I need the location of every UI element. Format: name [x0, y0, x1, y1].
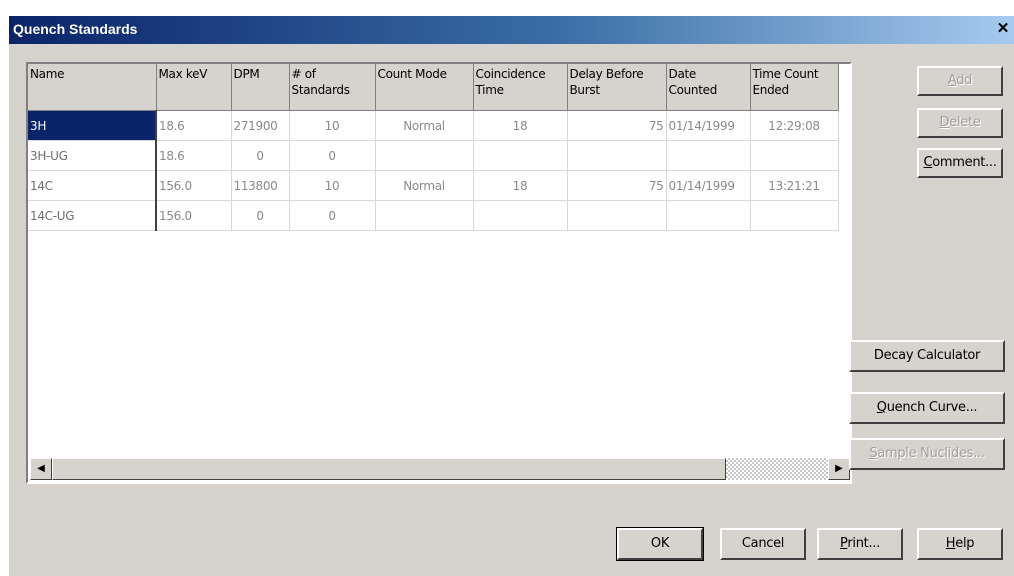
cancel-button[interactable]: Cancel: [720, 528, 806, 560]
cell-max-kev[interactable]: 18.6: [156, 110, 232, 141]
cell-num-standards[interactable]: 0: [289, 200, 376, 231]
column-header-count-mode[interactable]: Count Mode: [375, 64, 474, 111]
add-button-label: dd: [956, 73, 973, 88]
column-header-dpm[interactable]: DPM: [231, 64, 290, 111]
horizontal-scrollbar[interactable]: ◀ ▶: [30, 458, 850, 480]
standards-table: Name Max keV DPM # of Standards Count Mo…: [28, 64, 839, 231]
comment-button-mnemonic: C: [923, 155, 933, 170]
delete-button-mnemonic: D: [939, 115, 950, 130]
add-button-mnemonic: A: [947, 73, 957, 88]
column-header-delay-before-burst[interactable]: Delay Before Burst: [567, 64, 667, 111]
decay-calculator-label: Decay Calculator: [873, 348, 981, 363]
cancel-button-label: Cancel: [741, 536, 785, 551]
quench-curve-mnemonic: Q: [876, 400, 887, 415]
column-header-date-counted[interactable]: Date Counted: [666, 64, 751, 111]
decay-calculator-button[interactable]: Decay Calculator: [849, 340, 1005, 372]
scroll-right-arrow-icon[interactable]: ▶: [828, 458, 850, 480]
cell-name[interactable]: 14C-UG: [28, 200, 157, 231]
delete-button-label: elete: [949, 115, 981, 130]
print-button-label: rint...: [847, 536, 880, 551]
cell-count-mode[interactable]: [375, 140, 474, 171]
help-button[interactable]: Help: [917, 528, 1003, 560]
cell-time-count-ended[interactable]: 13:21:21: [750, 170, 839, 201]
sample-nuclides-button[interactable]: Sample Nuclides...: [849, 438, 1005, 470]
cell-count-mode[interactable]: [375, 200, 474, 231]
quench-standards-dialog: Quench Standards ✕ Name Max keV DPM # of…: [9, 16, 1014, 576]
cell-name[interactable]: 3H: [28, 110, 157, 141]
cell-delay-before-burst[interactable]: [567, 140, 667, 171]
ok-button[interactable]: OK: [616, 527, 704, 561]
scrollbar-track[interactable]: [726, 458, 828, 480]
table-row[interactable]: 14C-UG 156.0 0 0: [28, 200, 839, 231]
cell-num-standards[interactable]: 10: [289, 170, 376, 201]
cell-max-kev[interactable]: 156.0: [156, 170, 232, 201]
cell-dpm[interactable]: 113800: [231, 170, 290, 201]
close-icon[interactable]: ✕: [994, 20, 1012, 38]
column-header-coincidence-time[interactable]: Coincidence Time: [473, 64, 568, 111]
scrollbar-thumb[interactable]: [52, 458, 726, 480]
ok-button-label: OK: [650, 536, 670, 551]
cell-max-kev[interactable]: 156.0: [156, 200, 232, 231]
comment-button[interactable]: Comment...: [917, 148, 1003, 178]
window-title: Quench Standards: [13, 21, 138, 37]
add-button[interactable]: Add: [917, 66, 1003, 96]
cell-name[interactable]: 14C: [28, 170, 157, 201]
title-bar: Quench Standards ✕: [9, 16, 1014, 44]
cell-time-count-ended[interactable]: 12:29:08: [750, 110, 839, 141]
standards-grid[interactable]: Name Max keV DPM # of Standards Count Mo…: [26, 62, 852, 484]
table-row[interactable]: 14C 156.0 113800 10 Normal 18 75 01/14/1…: [28, 170, 839, 201]
help-button-label: elp: [955, 536, 975, 551]
table-row[interactable]: 3H 18.6 271900 10 Normal 18 75 01/14/199…: [28, 110, 839, 141]
cell-date-counted[interactable]: [666, 200, 751, 231]
delete-button[interactable]: Delete: [917, 108, 1003, 138]
cell-name[interactable]: 3H-UG: [28, 140, 157, 171]
cell-delay-before-burst[interactable]: 75: [567, 110, 667, 141]
cell-count-mode[interactable]: Normal: [375, 170, 474, 201]
comment-button-label: omment...: [932, 155, 997, 170]
table-header-row: Name Max keV DPM # of Standards Count Mo…: [28, 64, 839, 111]
cell-max-kev[interactable]: 18.6: [156, 140, 232, 171]
cell-coincidence-time[interactable]: 18: [473, 170, 568, 201]
cell-delay-before-burst[interactable]: [567, 200, 667, 231]
column-header-num-standards[interactable]: # of Standards: [289, 64, 376, 111]
help-button-mnemonic: H: [945, 536, 956, 551]
cell-num-standards[interactable]: 10: [289, 110, 376, 141]
cell-time-count-ended[interactable]: [750, 200, 839, 231]
cell-date-counted[interactable]: [666, 140, 751, 171]
cell-coincidence-time[interactable]: [473, 140, 568, 171]
table-row[interactable]: 3H-UG 18.6 0 0: [28, 140, 839, 171]
cell-date-counted[interactable]: 01/14/1999: [666, 170, 751, 201]
quench-curve-label: uench Curve...: [886, 400, 978, 415]
cell-coincidence-time[interactable]: 18: [473, 110, 568, 141]
cell-coincidence-time[interactable]: [473, 200, 568, 231]
cell-count-mode[interactable]: Normal: [375, 110, 474, 141]
quench-curve-button[interactable]: Quench Curve...: [849, 392, 1005, 424]
cell-dpm[interactable]: 0: [231, 200, 290, 231]
cell-date-counted[interactable]: 01/14/1999: [666, 110, 751, 141]
column-header-max-kev[interactable]: Max keV: [156, 64, 232, 111]
column-header-name[interactable]: Name: [28, 64, 157, 111]
column-header-time-count-ended[interactable]: Time Count Ended: [750, 64, 839, 111]
sample-nuclides-label: ample Nuclides...: [877, 446, 985, 461]
cell-delay-before-burst[interactable]: 75: [567, 170, 667, 201]
scroll-left-arrow-icon[interactable]: ◀: [30, 458, 52, 480]
cell-num-standards[interactable]: 0: [289, 140, 376, 171]
print-button[interactable]: Print...: [817, 528, 903, 560]
cell-dpm[interactable]: 0: [231, 140, 290, 171]
cell-time-count-ended[interactable]: [750, 140, 839, 171]
cell-dpm[interactable]: 271900: [231, 110, 290, 141]
